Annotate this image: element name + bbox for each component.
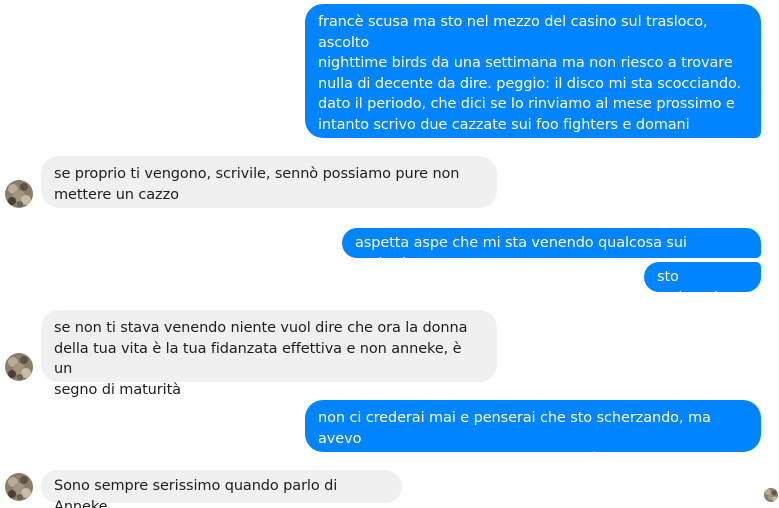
contact-avatar-icon[interactable] [5,353,33,381]
incoming-message[interactable]: se non ti stava venendo niente vuol dire… [41,310,497,398]
incoming-message[interactable]: Sono sempre serissimo quando parlo di An… [41,470,402,508]
chat-thread: francè scusa ma sto nel mezzo del casino… [0,0,779,508]
outgoing-message[interactable]: francè scusa ma sto nel mezzo del casino… [305,4,761,153]
incoming-message[interactable]: se proprio ti vengono, scrivile, sennò p… [41,156,497,208]
contact-avatar-icon[interactable] [5,473,33,501]
seen-avatar-icon [764,488,778,502]
outgoing-message[interactable]: sto scrivendo [644,262,761,306]
outgoing-message[interactable]: aspetta aspe che mi sta venendo qualcosa… [342,228,761,272]
contact-avatar-icon[interactable] [5,180,33,208]
outgoing-message[interactable]: non ci crederai mai e penserai che sto s… [305,400,761,467]
